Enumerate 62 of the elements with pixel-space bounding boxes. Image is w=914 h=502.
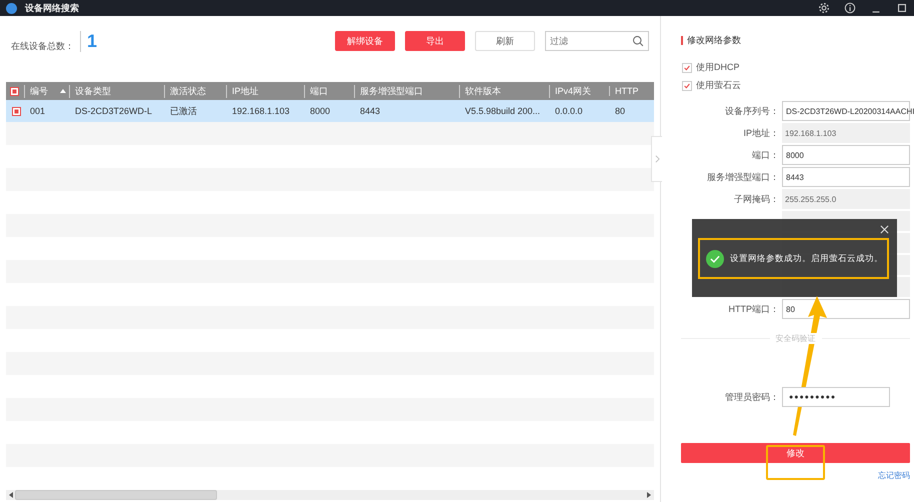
column-header[interactable]: IPv4网关: [555, 84, 592, 98]
readonly-field: 255.255.255.0: [782, 189, 910, 209]
column-header[interactable]: 软件版本: [465, 84, 501, 98]
field-label: 设备序列号：: [724, 104, 780, 118]
table-cell: 0.0.0.0: [555, 106, 583, 116]
success-check-icon: [706, 250, 724, 268]
input-field[interactable]: 8443: [782, 167, 910, 187]
search-icon[interactable]: [632, 35, 644, 47]
section-title: 安全码验证: [774, 333, 818, 344]
scroll-right-icon[interactable]: [647, 492, 651, 498]
toolbar-button[interactable]: 解绑设备: [335, 31, 395, 51]
table-cell: 8000: [310, 106, 330, 116]
highlight-frame: [766, 445, 825, 480]
checkbox[interactable]: [10, 86, 19, 96]
column-header[interactable]: 激活状态: [170, 84, 206, 98]
checkbox[interactable]: [682, 62, 692, 72]
settings-icon[interactable]: [818, 2, 830, 14]
table-cell: 001: [30, 106, 46, 116]
column-header[interactable]: IP地址: [232, 84, 259, 98]
accent-bar: [681, 36, 683, 45]
table-cell: 80: [615, 106, 626, 116]
column-header[interactable]: 服务增强型端口: [360, 84, 423, 98]
table-cell: 8443: [360, 106, 380, 116]
table-row[interactable]: 001 DS-2CD3T26WD-L 已激活 192.168.1.103 8000 8443 V5.5.98build 200... 0.0.0.0 80: [6, 100, 654, 122]
device-count: 1: [80, 30, 98, 52]
checkbox[interactable]: [682, 80, 692, 90]
maximize-icon[interactable]: [896, 2, 908, 14]
horizontal-scrollbar[interactable]: [6, 490, 654, 500]
window-title: 设备网络搜索: [25, 2, 79, 14]
table-cell: V5.5.98build 200...: [465, 106, 540, 116]
modify-button[interactable]: 修改: [681, 443, 910, 463]
sort-arrow-icon[interactable]: [60, 89, 66, 93]
app-logo-icon: [6, 2, 17, 14]
field-label: 服务增强型端口：: [706, 170, 780, 184]
panel-title: 修改网络参数: [687, 34, 741, 47]
checkbox-label[interactable]: 使用DHCP: [696, 61, 740, 74]
toast-message: 设置网络参数成功。启用萤石云成功。: [730, 252, 883, 264]
filter-field[interactable]: 过滤: [545, 31, 649, 51]
column-header[interactable]: HTTP: [615, 86, 638, 96]
field-label: 管理员密码：: [724, 390, 780, 404]
toolbar-button[interactable]: 刷新: [475, 31, 535, 51]
field-label: IP地址：: [742, 126, 780, 140]
input-field[interactable]: 80: [782, 299, 910, 319]
close-icon[interactable]: [880, 225, 889, 234]
toolbar-button[interactable]: 导出: [405, 31, 465, 51]
scrollbar-thumb[interactable]: [15, 490, 217, 500]
info-icon[interactable]: [844, 2, 856, 14]
readonly-field: 192.168.1.103: [782, 123, 910, 143]
input-field[interactable]: 8000: [782, 145, 910, 165]
column-header[interactable]: 设备类型: [75, 84, 111, 98]
forgot-password-link[interactable]: 忘记密码: [878, 470, 910, 481]
column-header[interactable]: 编号: [30, 84, 48, 98]
table-cell: DS-2CD3T26WD-L: [75, 106, 152, 116]
field-label: 子网掩码：: [733, 192, 780, 206]
checkbox-label[interactable]: 使用萤石云: [696, 79, 741, 92]
field-label: HTTP端口：: [728, 302, 780, 316]
checkbox[interactable]: [12, 106, 21, 116]
field-label: 端口：: [751, 148, 780, 162]
column-header[interactable]: 端口: [310, 84, 328, 98]
table-cell: 192.168.1.103: [232, 106, 290, 116]
device-count-label: 在线设备总数：: [11, 40, 74, 52]
table-cell: 已激活: [170, 104, 197, 118]
